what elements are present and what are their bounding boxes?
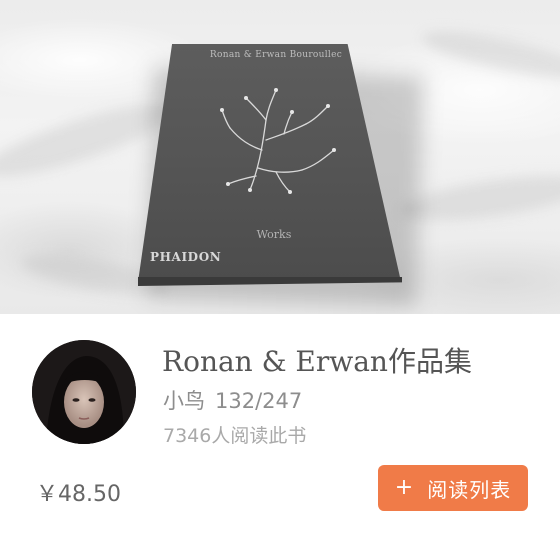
avatar[interactable]: [32, 340, 136, 444]
book-title[interactable]: Ronan & Erwan作品集: [162, 340, 472, 380]
author-name[interactable]: 小鸟: [163, 389, 205, 413]
reader-count: 7346人阅读此书: [163, 425, 307, 447]
book-card: Ronan & Erwan Bouroullec Works PHAIDON R…: [0, 0, 560, 536]
price: ￥48.50: [36, 482, 121, 507]
avatar-portrait-icon: [32, 340, 136, 444]
cover-works-label: Works: [256, 228, 292, 241]
author-line: 小鸟 132/247: [163, 385, 302, 415]
reading-progress: 132/247: [215, 389, 303, 413]
branch-illustration: [220, 88, 336, 194]
add-to-reading-list-label: 阅读列表: [427, 477, 512, 502]
cover-photo[interactable]: Ronan & Erwan Bouroullec Works PHAIDON: [0, 0, 560, 314]
plus-icon: +: [394, 475, 414, 500]
publisher-logo: PHAIDON: [150, 250, 222, 264]
add-to-reading-list-button[interactable]: + 阅读列表: [378, 465, 528, 511]
cover-book-title: Ronan & Erwan Bouroullec: [209, 50, 343, 60]
